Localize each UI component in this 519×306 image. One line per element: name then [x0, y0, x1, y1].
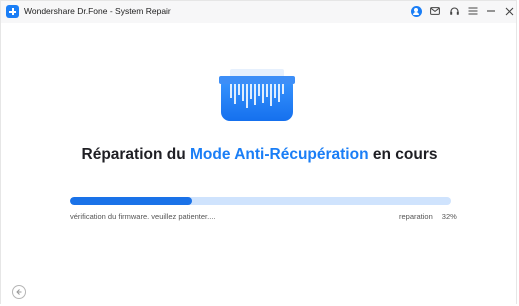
back-button[interactable] [12, 285, 26, 299]
title-bar: Wondershare Dr.Fone - System Repair [1, 1, 516, 23]
menu-icon[interactable] [467, 5, 479, 17]
window-title: Wondershare Dr.Fone - System Repair [24, 6, 171, 16]
heading-suffix: en cours [368, 146, 438, 163]
close-icon[interactable] [503, 5, 515, 17]
heading-accent: Mode Anti-Récupération [190, 146, 369, 163]
page-title: Réparation du Mode Anti-Récupération en … [1, 146, 518, 164]
progress-fill [70, 197, 192, 205]
account-icon[interactable] [410, 5, 422, 17]
mail-icon[interactable] [429, 5, 441, 17]
progress-label: reparation [399, 212, 433, 221]
repair-progress-bar [70, 197, 451, 205]
main-content [1, 23, 516, 305]
support-headset-icon[interactable] [448, 5, 460, 17]
minimize-icon[interactable] [485, 5, 497, 17]
system-repair-illustration [219, 69, 295, 126]
heading-prefix: Réparation du [81, 146, 191, 163]
progress-status: reparation 32% [399, 212, 457, 221]
status-text: vérification du firmware. veuillez patie… [70, 212, 216, 221]
progress-percent: 32% [441, 212, 457, 221]
drfone-logo-icon [6, 5, 19, 18]
app-window: Wondershare Dr.Fone - System Repair Répa… [0, 0, 518, 305]
back-arrow-icon [16, 289, 22, 295]
